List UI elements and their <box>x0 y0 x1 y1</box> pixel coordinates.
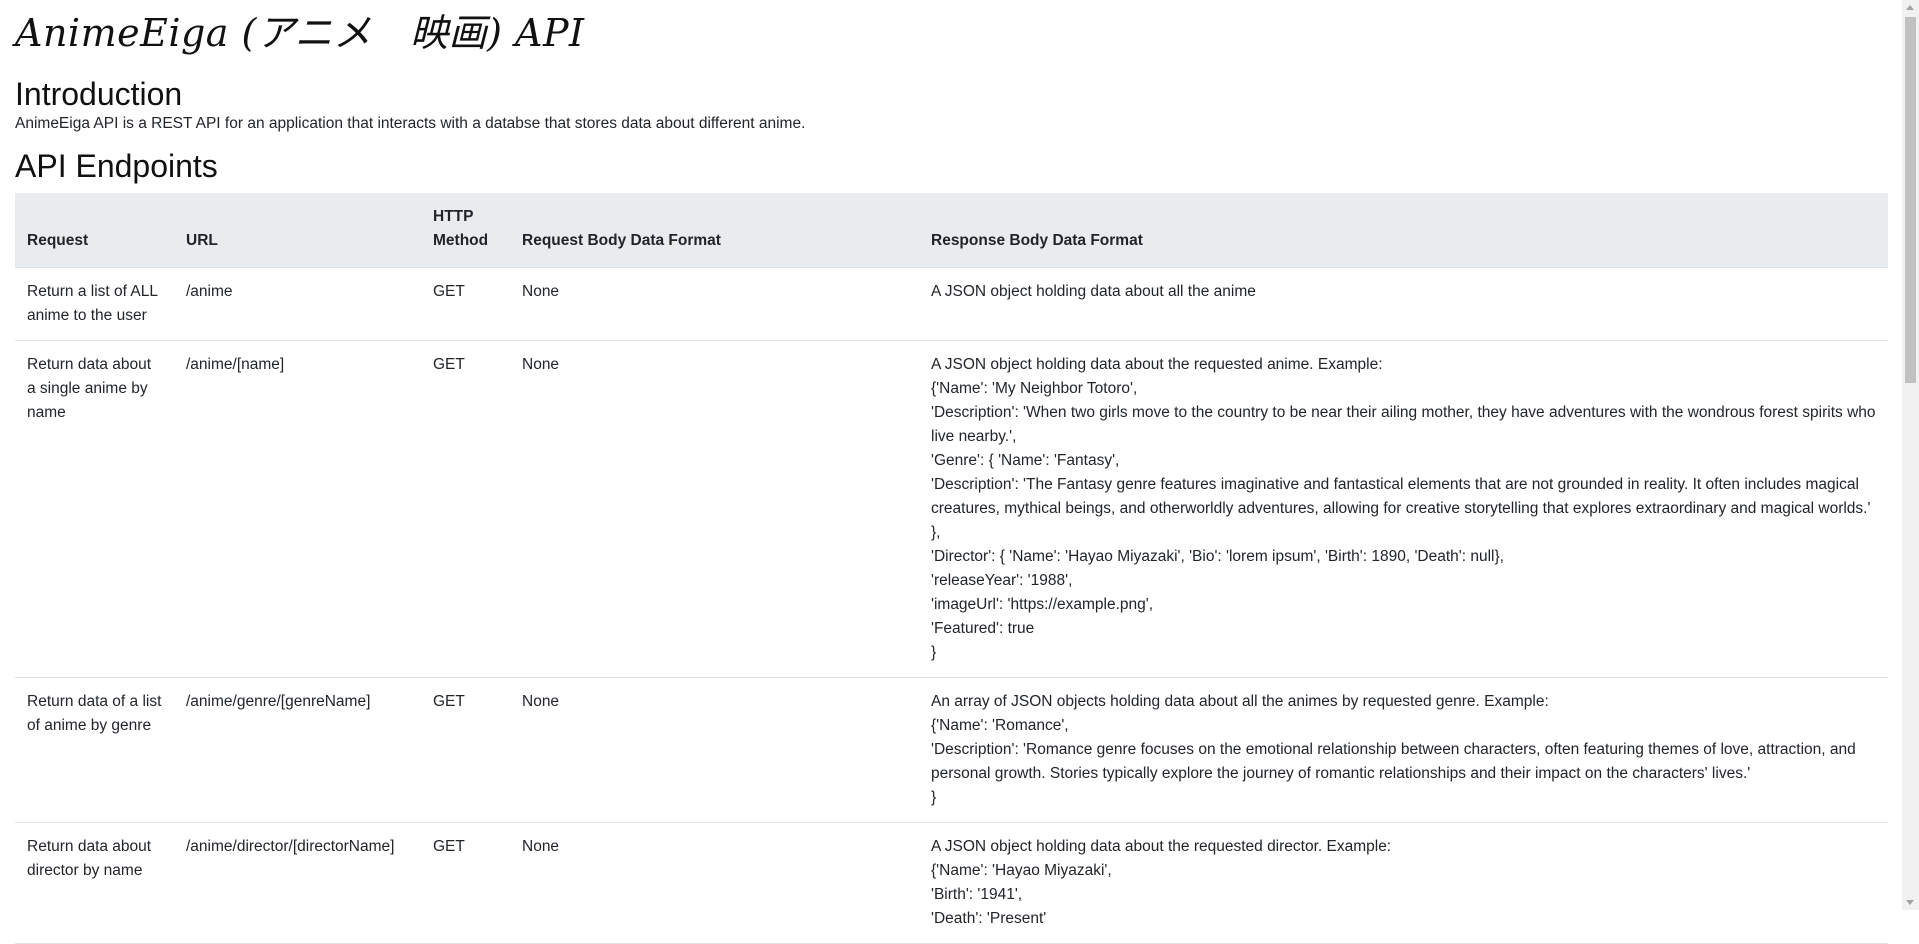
url-cell: /anime/[name] <box>174 340 421 678</box>
response-body-line: A JSON object holding data about all the… <box>931 283 1256 300</box>
url-cell: /anime <box>174 267 421 341</box>
request-cell: Return data about director by name <box>15 822 174 944</box>
column-header-request-body: Request Body Data Format <box>510 193 919 268</box>
response-body-cell: A JSON object holding data about the req… <box>919 340 1888 678</box>
column-header-url: URL <box>174 193 421 268</box>
vertical-scrollbar[interactable] <box>1902 0 1919 910</box>
site-title: AnimeEiga (アニメ 映画) API <box>15 11 585 55</box>
http-method-cell: GET <box>421 822 510 944</box>
request-body-cell: None <box>510 677 919 823</box>
response-body-line: 'releaseYear': '1988', <box>931 572 1073 589</box>
table-row: Return data about director by name/anime… <box>15 822 1888 944</box>
response-body-line: } <box>931 789 937 806</box>
response-body-line: 'imageUrl': 'https://example.png', <box>931 596 1154 613</box>
url-cell: /anime/genre/[genreName] <box>174 677 421 823</box>
introduction-text: AnimeEiga API is a REST API for an appli… <box>15 115 806 132</box>
column-header-request: Request <box>15 193 174 268</box>
response-body-cell: A JSON object holding data about the req… <box>919 822 1888 944</box>
table-header-row: Request URL HTTP Method Request Body Dat… <box>15 193 1888 268</box>
response-body-line: A JSON object holding data about the req… <box>931 838 1392 855</box>
request-cell: Return data of a list of anime by genre <box>15 677 174 823</box>
response-body-cell: An array of JSON objects holding data ab… <box>919 677 1888 823</box>
response-body-line: 'Director': { 'Name': 'Hayao Miyazaki', … <box>931 548 1504 565</box>
http-method-cell: GET <box>421 677 510 823</box>
endpoints-table-body: Return a list of ALL anime to the user/a… <box>15 267 1888 944</box>
http-method-cell: GET <box>421 340 510 678</box>
response-body-line: 'Description': 'The Fantasy genre featur… <box>931 476 1871 541</box>
response-body-line: {'Name': 'Romance', <box>931 717 1069 734</box>
page-content: AnimeEiga (アニメ 映画) API Introduction Anim… <box>15 0 1888 944</box>
response-body-line: 'Description': 'Romance genre focuses on… <box>931 741 1856 782</box>
scroll-down-arrow-icon[interactable] <box>1906 900 1914 905</box>
scroll-up-arrow-icon[interactable] <box>1906 5 1914 10</box>
response-body-line: A JSON object holding data about the req… <box>931 356 1383 373</box>
column-header-response-body: Response Body Data Format <box>919 193 1888 268</box>
response-body-line: 'Featured': true <box>931 620 1035 637</box>
table-row: Return a list of ALL anime to the user/a… <box>15 267 1888 341</box>
request-body-cell: None <box>510 340 919 678</box>
request-body-cell: None <box>510 822 919 944</box>
response-body-line: } <box>931 644 937 661</box>
table-row: Return data of a list of anime by genre /… <box>15 677 1888 823</box>
response-body-line: 'Genre': { 'Name': 'Fantasy', <box>931 452 1120 469</box>
request-cell: Return a list of ALL anime to the user <box>15 267 174 341</box>
response-body-line: An array of JSON objects holding data ab… <box>931 693 1549 710</box>
response-body-line: 'Description': 'When two girls move to t… <box>931 404 1876 445</box>
api-endpoints-heading: API Endpoints <box>15 148 218 184</box>
response-body-line: 'Death': 'Present' <box>931 910 1047 927</box>
endpoints-table-header: Request URL HTTP Method Request Body Dat… <box>15 193 1888 268</box>
response-body-line: {'Name': 'My Neighbor Totoro', <box>931 380 1138 397</box>
http-method-cell: GET <box>421 267 510 341</box>
request-cell: Return data about a single anime by name <box>15 340 174 678</box>
response-body-line: {'Name': 'Hayao Miyazaki', <box>931 862 1112 879</box>
response-body-cell: A JSON object holding data about all the… <box>919 267 1888 341</box>
url-cell: /anime/director/[directorName] <box>174 822 421 944</box>
scrollbar-thumb[interactable] <box>1905 17 1916 383</box>
endpoints-table: Request URL HTTP Method Request Body Dat… <box>15 193 1888 944</box>
table-row: Return data about a single anime by name… <box>15 340 1888 678</box>
request-body-cell: None <box>510 267 919 341</box>
response-body-line: 'Birth': '1941', <box>931 886 1023 903</box>
introduction-heading: Introduction <box>15 76 183 112</box>
column-header-http-method: HTTP Method <box>421 193 510 268</box>
